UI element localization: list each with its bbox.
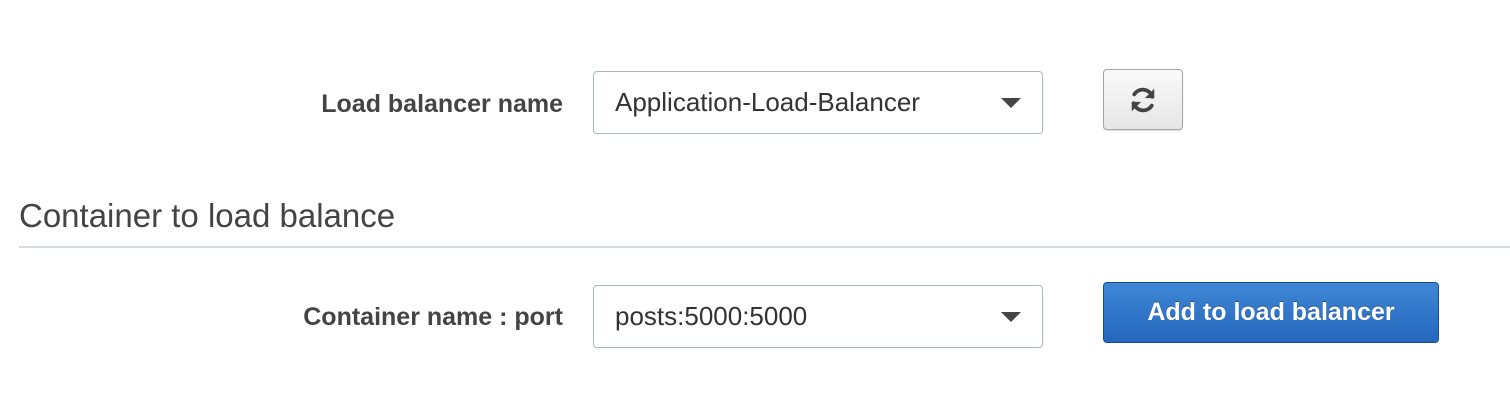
dropdown-caret-icon xyxy=(1001,97,1021,108)
container-name-port-label: Container name : port xyxy=(303,303,563,331)
load-balancer-selected-value: Application-Load-Balancer xyxy=(615,87,920,117)
section-title: Container to load balance xyxy=(19,197,396,234)
container-selected-value: posts:5000:5000 xyxy=(615,301,808,331)
load-balancer-name-label: Load balancer name xyxy=(321,90,563,118)
load-balancer-select[interactable]: Application-Load-Balancer xyxy=(593,71,1043,134)
refresh-icon xyxy=(1131,87,1155,112)
add-to-load-balancer-button[interactable]: Add to load balancer xyxy=(1103,282,1439,343)
dropdown-caret-icon xyxy=(1001,311,1021,322)
section-divider xyxy=(19,246,1510,248)
container-select[interactable]: posts:5000:5000 xyxy=(593,285,1043,348)
refresh-button[interactable] xyxy=(1103,69,1183,130)
